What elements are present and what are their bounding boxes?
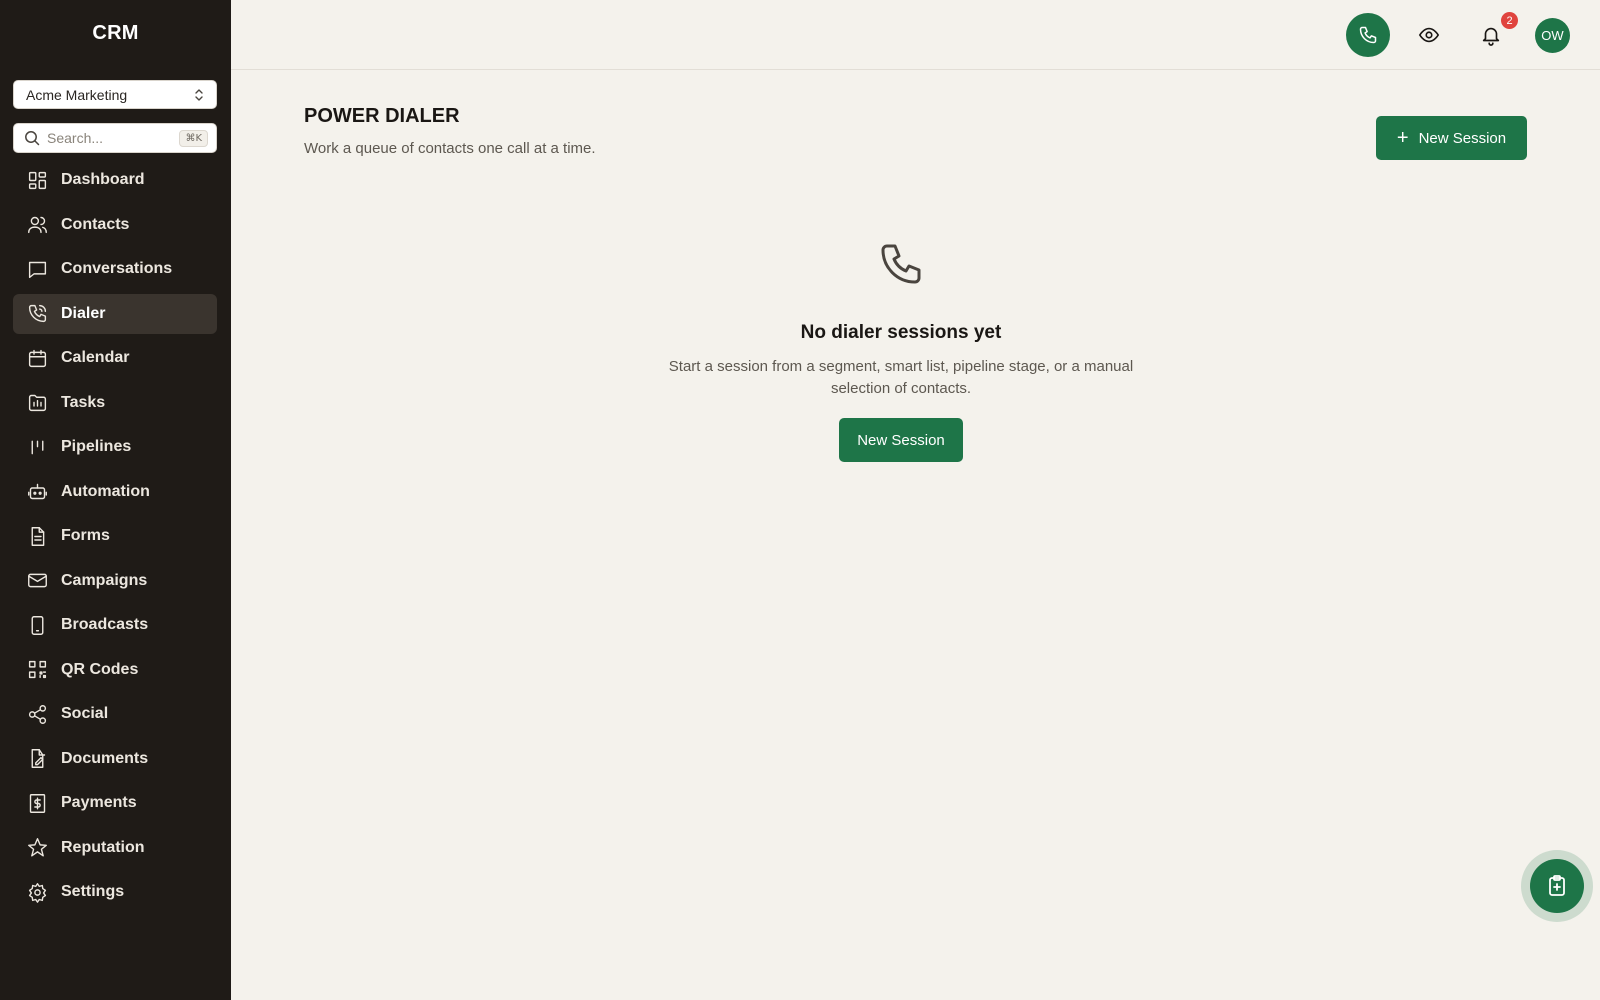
search-input[interactable] [47,130,167,146]
sidebar-item-broadcasts[interactable]: Broadcasts [13,605,217,645]
calendar-icon [26,347,48,369]
sidebar-item-tasks[interactable]: Tasks [13,383,217,423]
empty-state-title: No dialer sessions yet [800,322,1002,343]
sidebar-item-label: Broadcasts [61,616,149,633]
sidebar-item-dashboard[interactable]: Dashboard [13,160,217,200]
sidebar-item-automation[interactable]: Automation [13,472,217,512]
sidebar-item-label: Dialer [61,304,106,322]
sidebar-item-label: Calendar [61,349,130,366]
mobile-icon [26,614,48,636]
sidebar-item-label: Documents [61,749,149,767]
mail-icon [26,570,48,592]
sidebar-item-campaigns[interactable]: Campaigns [13,561,217,601]
sidebar-item-label: Automation [61,482,150,500]
sidebar-item-label: Reputation [61,838,145,856]
conversations-icon [26,258,48,280]
org-name: Acme Marketing [26,86,128,103]
sidebar-item-payments[interactable]: Payments [13,783,217,823]
sidebar-item-contacts[interactable]: Contacts [13,205,217,245]
sidebar-item-qr-codes[interactable]: QR Codes [13,650,217,690]
search-icon [25,131,40,146]
chevron-updown-icon [195,88,203,101]
sidebar-item-label: Dashboard [61,171,145,188]
sidebar-item-label: Tasks [61,393,106,411]
payments-icon [26,792,48,814]
dashboard-icon [26,169,48,191]
phone-icon [1359,26,1377,44]
brand-logo: CRM [92,22,139,44]
bell-icon [1482,27,1500,46]
sidebar-item-pipelines[interactable]: Pipelines [13,427,217,467]
sidebar-item-label: Conversations [61,260,173,277]
sidebar: CRM Acme Marketing ⌘K Dashboard Contacts [0,0,231,1000]
star-icon [26,837,48,859]
document-edit-icon [26,748,48,770]
sidebar-nav: Dashboard Contacts Conversations Dialer … [13,160,217,917]
search-shortcut: ⌘K [179,129,208,147]
page-title: POWER DIALER [304,105,460,127]
forms-icon [26,525,48,547]
gear-icon [26,881,48,903]
new-session-label: New Session [1418,129,1507,147]
preview-button[interactable] [1416,22,1442,48]
notification-badge: 2 [1501,12,1518,29]
page-subtitle: Work a queue of contacts one call at a t… [304,140,596,157]
sidebar-item-social[interactable]: Social [13,694,217,734]
sidebar-item-documents[interactable]: Documents [13,739,217,779]
pipelines-icon [26,436,48,458]
sidebar-item-calendar[interactable]: Calendar [13,338,217,378]
tasks-icon [26,392,48,414]
sidebar-item-label: Social [61,705,109,722]
call-button[interactable] [1346,13,1390,57]
sidebar-item-label: Campaigns [61,571,148,589]
eye-icon [1418,27,1440,43]
sidebar-item-label: Pipelines [61,438,132,455]
empty-state: No dialer sessions yet Start a session f… [651,240,1151,462]
sidebar-item-label: Forms [61,527,110,544]
sidebar-item-dialer[interactable]: Dialer [13,293,217,334]
sidebar-item-reputation[interactable]: Reputation [13,828,217,868]
sidebar-item-label: Payments [61,794,137,811]
phone-icon [26,303,48,325]
main-content: 2 OW POWER DIALER Work a queue of contac… [231,0,1600,1000]
topbar: 2 OW [231,0,1600,70]
phone-icon [651,240,1151,288]
notifications-button[interactable]: 2 [1478,12,1518,48]
sidebar-item-settings[interactable]: Settings [13,872,217,912]
sidebar-item-forms[interactable]: Forms [13,516,217,556]
empty-new-session-button[interactable]: New Session [839,418,963,462]
floating-action-button[interactable] [1521,850,1593,922]
contacts-icon [26,214,48,236]
sidebar-item-label: Settings [61,883,125,900]
clipboard-plus-icon [1549,875,1565,896]
robot-icon [26,481,48,503]
share-icon [26,703,48,725]
avatar[interactable]: OW [1535,18,1570,53]
sidebar-item-label: Contacts [61,215,130,233]
qr-icon [26,659,48,681]
sidebar-item-label: QR Codes [61,660,139,678]
app-root: CRM Acme Marketing ⌘K Dashboard Contacts [0,0,1600,1000]
plus-icon: + [1396,127,1409,149]
new-session-button[interactable]: + New Session [1376,116,1527,160]
search-box[interactable]: ⌘K [13,123,217,153]
org-switcher[interactable]: Acme Marketing [13,80,217,109]
empty-state-description: Start a session from a segment, smart li… [668,358,1134,397]
sidebar-item-conversations[interactable]: Conversations [13,249,217,289]
fab-inner[interactable] [1530,859,1584,913]
